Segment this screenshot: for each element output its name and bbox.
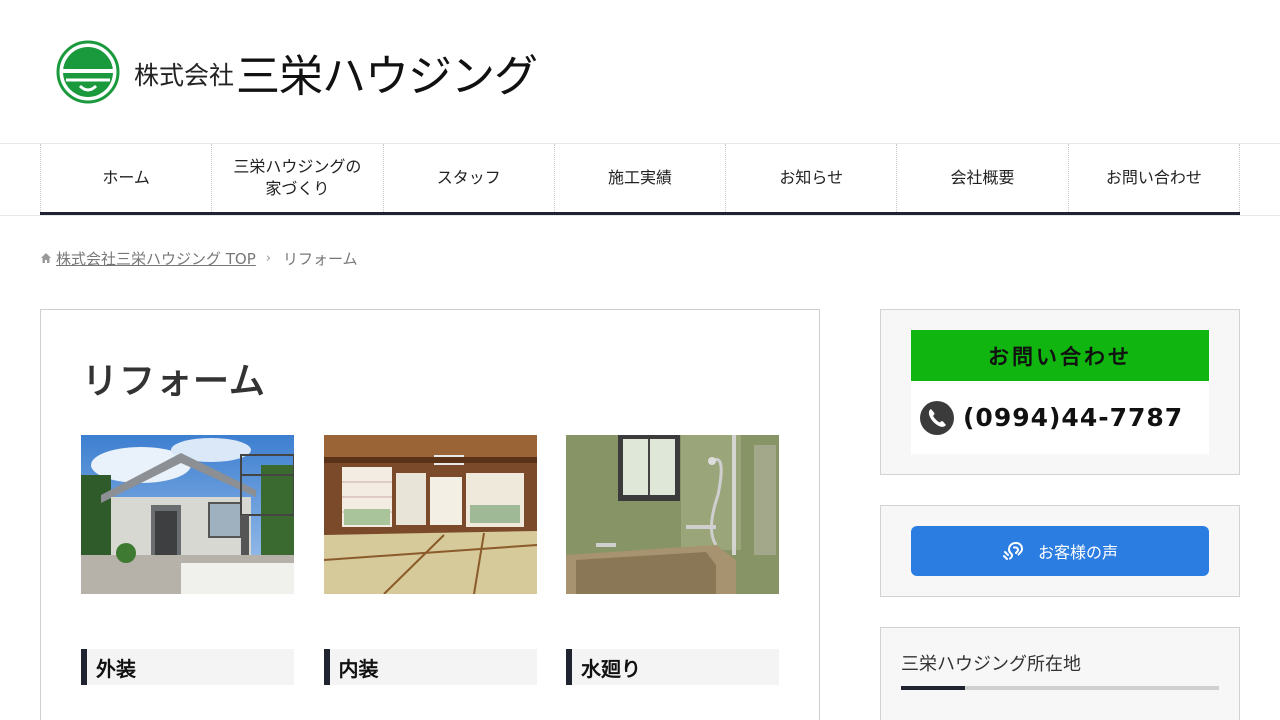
home-icon <box>41 253 51 263</box>
page-title: リフォーム <box>82 360 266 402</box>
logo-mark-icon <box>56 40 120 104</box>
location-widget-title: 三栄ハウジング所在地 <box>901 654 1081 675</box>
global-nav: ホーム 三栄ハウジングの 家づくり スタッフ 施工実績 お知らせ 会社概要 お問… <box>40 144 1240 215</box>
site-header: 株式会社 三栄ハウジング <box>0 0 1280 143</box>
nav-item-label: 施工実績 <box>607 168 672 187</box>
title-underline <box>901 686 1219 690</box>
nav-item-label: 三栄ハウジングの 家づくり <box>227 156 367 200</box>
main-content: リフォーム 外装 内装 水廻り <box>40 309 820 720</box>
tatami-room-photo[interactable] <box>323 435 537 594</box>
category-card-interior[interactable]: 内装 <box>323 435 537 685</box>
breadcrumb-home-link[interactable]: 株式会社三栄ハウジング TOP <box>56 248 256 269</box>
company-prefix: 株式会社 <box>134 61 235 90</box>
contact-banner[interactable]: お問い合わせ (0994)44-7787 <box>911 330 1209 454</box>
ear-icon <box>1002 542 1023 560</box>
contact-banner-heading: お問い合わせ <box>911 330 1209 381</box>
category-card-exterior[interactable]: 外装 <box>81 435 294 685</box>
customer-voice-button[interactable]: お客様の声 <box>911 526 1209 576</box>
nav-item-label: スタッフ <box>436 168 501 187</box>
nav-item-home[interactable]: ホーム <box>40 144 211 212</box>
nav-item-label: 会社概要 <box>950 168 1015 187</box>
category-heading[interactable]: 外装 <box>81 649 294 685</box>
nav-item-news[interactable]: お知らせ <box>725 144 896 212</box>
nav-item-label-line2: 家づくり <box>265 179 330 198</box>
phone-icon <box>920 400 954 435</box>
nav-item-staff[interactable]: スタッフ <box>382 144 554 212</box>
chevron-right-icon: › <box>265 250 271 266</box>
nav-item-label: お知らせ <box>779 168 844 187</box>
nav-item-works[interactable]: 施工実績 <box>553 144 725 212</box>
category-heading[interactable]: 内装 <box>323 649 537 685</box>
contact-banner-phone-row: (0994)44-7787 <box>911 381 1209 454</box>
sidebar-voice-widget: お客様の声 <box>880 505 1240 597</box>
site-logo[interactable]: 株式会社 三栄ハウジング <box>56 40 538 104</box>
nav-item-company[interactable]: 会社概要 <box>896 144 1067 212</box>
nav-item-label-line1: 三栄ハウジングの <box>233 157 362 176</box>
company-name: 三栄ハウジング <box>236 51 538 102</box>
title-underline-accent <box>901 686 965 690</box>
bathroom-photo[interactable] <box>566 435 779 594</box>
category-card-water[interactable]: 水廻り <box>566 435 779 685</box>
sidebar-contact-widget: お問い合わせ (0994)44-7787 <box>880 309 1240 475</box>
nav-item-label: お問い合わせ <box>1105 168 1202 187</box>
sidebar-location-widget: 三栄ハウジング所在地 <box>880 627 1240 720</box>
nav-item-label: ホーム <box>102 168 150 187</box>
breadcrumb-current: リフォーム <box>283 249 358 268</box>
nav-item-house-building[interactable]: 三栄ハウジングの 家づくり <box>211 144 382 212</box>
category-grid: 外装 内装 水廻り <box>81 435 779 685</box>
customer-voice-label: お客様の声 <box>1037 543 1118 562</box>
breadcrumb: 株式会社三栄ハウジング TOP › リフォーム <box>40 247 358 269</box>
house-exterior-photo[interactable] <box>81 435 294 594</box>
category-heading[interactable]: 水廻り <box>566 649 779 685</box>
contact-phone-number: (0994)44-7787 <box>963 403 1184 432</box>
nav-item-contact[interactable]: お問い合わせ <box>1067 144 1240 212</box>
global-nav-wrapper: ホーム 三栄ハウジングの 家づくり スタッフ 施工実績 お知らせ 会社概要 お問… <box>0 143 1280 216</box>
